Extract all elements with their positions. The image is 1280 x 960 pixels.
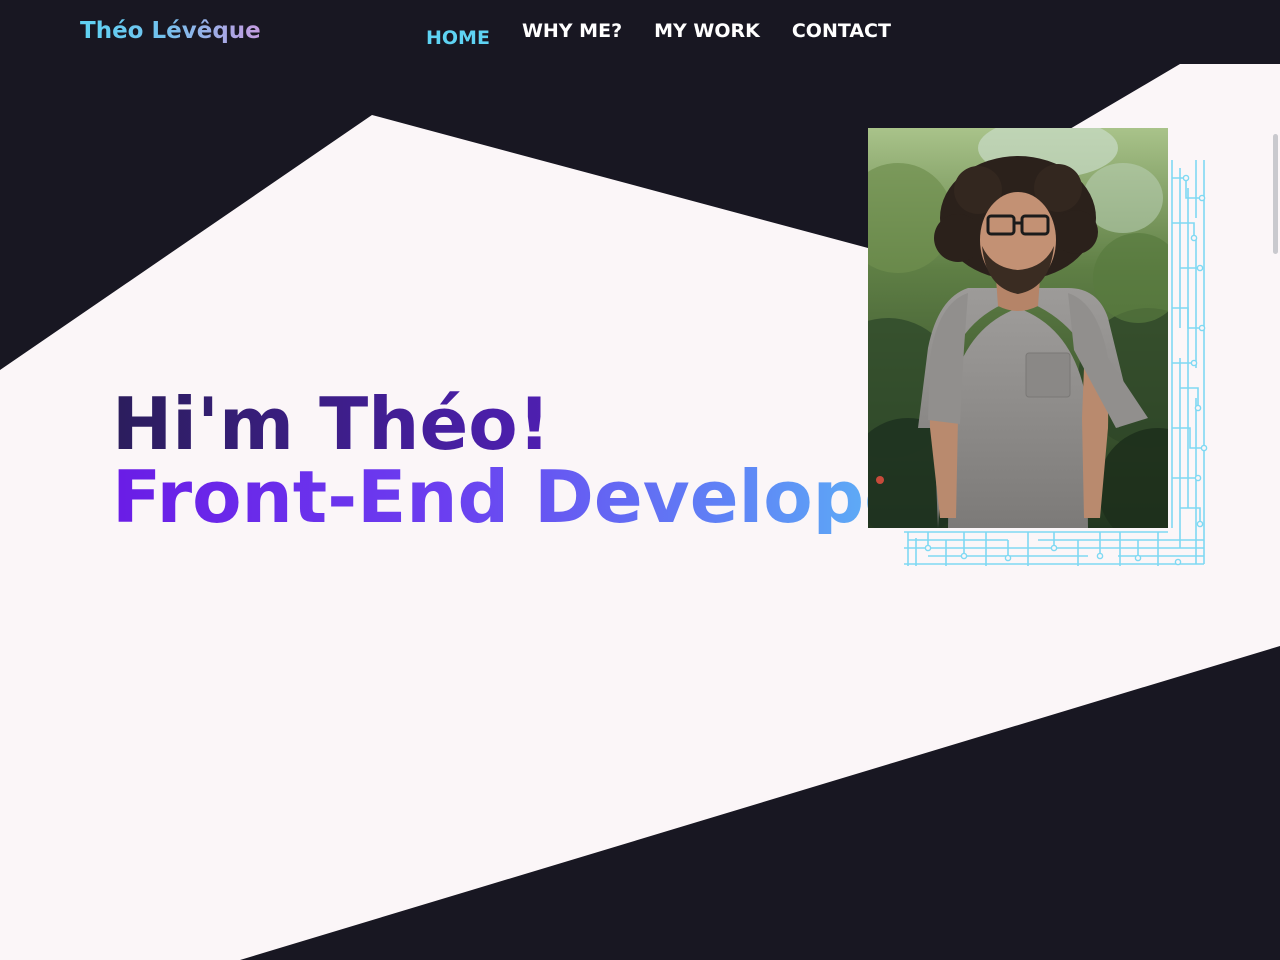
page-scrollbar[interactable] <box>1270 64 1280 960</box>
nav-links: HOME WHY ME? MY WORK CONTACT <box>426 20 923 49</box>
hero-greeting: Hi'm Théo! <box>112 388 949 461</box>
hero-headline: Hi'm Théo! Front-End Developer <box>112 388 949 534</box>
nav-link-my-work[interactable]: MY WORK <box>654 20 760 42</box>
nav-link-contact[interactable]: CONTACT <box>792 20 891 42</box>
page: Théo Lévêque HOME WHY ME? MY WORK CONTAC… <box>0 0 1280 960</box>
profile-photo <box>868 128 1168 528</box>
top-navbar: Théo Lévêque HOME WHY ME? MY WORK CONTAC… <box>0 0 1280 64</box>
nav-link-why-me[interactable]: WHY ME? <box>522 20 622 42</box>
scrollbar-thumb[interactable] <box>1273 134 1278 254</box>
hero-role: Front-End Developer <box>112 455 949 539</box>
brand-logo-text[interactable]: Théo Lévêque <box>80 18 261 44</box>
nav-link-home[interactable]: HOME <box>426 27 490 49</box>
profile-photo-illustration <box>868 128 1168 528</box>
